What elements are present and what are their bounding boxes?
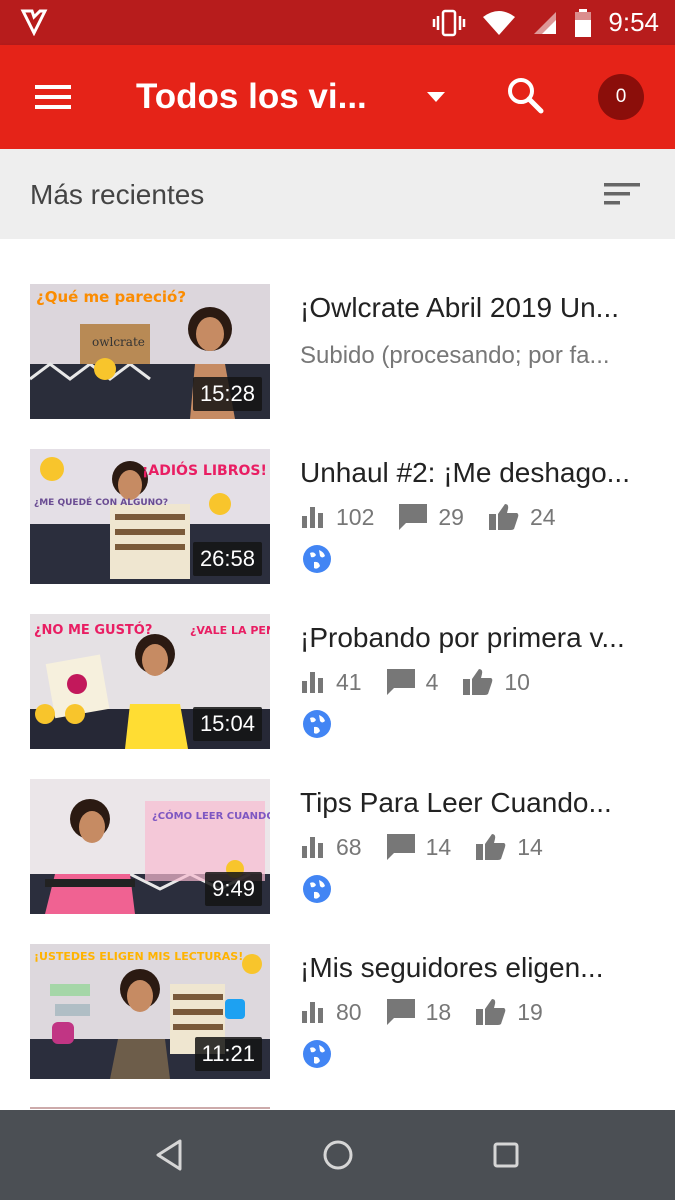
video-title: ¡Owlcrate Abril 2019 Un... [300, 292, 620, 323]
video-duration: 9:49 [205, 872, 262, 906]
sort-icon[interactable] [604, 179, 640, 209]
video-item[interactable]: ¿NO ME GUSTÓ? ¿VALE LA PENA? 15:04 ¡Prob… [0, 614, 675, 764]
video-duration: 15:28 [192, 377, 262, 411]
hamburger-icon[interactable] [30, 77, 76, 117]
wifi-icon [483, 10, 516, 35]
toolbar-title: Todos los vi... [136, 77, 367, 116]
likes-count: 14 [517, 833, 543, 860]
video-stats: 41 4 10 [300, 664, 554, 700]
back-icon[interactable] [150, 1135, 190, 1175]
status-bar: 9:54 [0, 0, 675, 45]
views-count: 68 [336, 833, 362, 860]
views-stat: 102 [300, 504, 374, 531]
bar-chart-icon [302, 837, 323, 858]
bar-chart-icon [302, 672, 323, 693]
views-count: 80 [336, 998, 362, 1025]
bar-chart-icon [302, 1002, 323, 1023]
search-icon[interactable] [505, 73, 545, 119]
thumb-up-icon [463, 669, 493, 695]
thumb-up-icon [476, 834, 506, 860]
views-stat: 68 [300, 834, 362, 861]
video-thumbnail: ¿CÓMO LEER CUANDO NO TENEMOS TIEMPO? 9:4… [30, 779, 270, 914]
video-status: Subido (procesando; por fa... [300, 342, 610, 369]
video-duration: 15:04 [192, 707, 262, 741]
globe-icon [303, 545, 331, 573]
views-count: 41 [336, 668, 362, 695]
status-time: 9:54 [608, 7, 659, 37]
video-item[interactable]: ¿CÓMO LEER CUANDO NO TENEMOS TIEMPO? 9:4… [0, 779, 675, 929]
thumbnail-caption-extra: owlcrate [92, 335, 145, 349]
globe-icon [303, 710, 331, 738]
globe-icon [303, 1040, 331, 1068]
video-title: ¡Probando por primera v... [300, 622, 625, 653]
likes-count: 10 [504, 668, 530, 695]
views-stat: 41 [300, 669, 362, 696]
globe-icon [303, 875, 331, 903]
comments-count: 14 [425, 833, 452, 860]
video-title: ¡Mis seguidores eligen... [300, 952, 604, 983]
creator-studio-app-icon [20, 9, 48, 36]
likes-stat: 14 [475, 833, 543, 861]
thumbnail-caption-extra: ¿VALE LA PENA? [190, 624, 270, 637]
comment-icon [386, 669, 415, 695]
home-icon[interactable] [318, 1135, 358, 1175]
status-indicators: 9:54 [432, 0, 659, 45]
video-stats: 80 18 19 [300, 994, 567, 1030]
likes-count: 19 [517, 998, 543, 1025]
video-filter-selector[interactable]: Todos los vi... [136, 45, 367, 149]
video-duration: 26:58 [192, 542, 262, 576]
video-list: ¿Qué me pareció? owlcrate 15:28 ¡Owlcrat… [0, 239, 675, 1109]
comments-count: 18 [425, 998, 452, 1025]
thumbnail-caption: ¿CÓMO LEER CUANDO NO TENEMOS TIEMPO? [152, 809, 270, 822]
comment-icon [386, 999, 415, 1025]
recents-icon[interactable] [486, 1135, 526, 1175]
video-thumbnail: ¡USTEDES ELIGEN MIS LECTURAS! 11:21 [30, 944, 270, 1079]
likes-stat: 10 [462, 668, 530, 696]
views-count: 102 [336, 503, 375, 530]
video-stats: 68 14 14 [300, 829, 567, 865]
likes-stat: 24 [488, 503, 556, 531]
comments-count: 4 [425, 668, 439, 695]
thumbnail-caption: ¿Qué me pareció? [36, 288, 186, 306]
signal-icon [534, 11, 557, 34]
likes-count: 24 [529, 503, 556, 530]
comments-stat: 18 [386, 998, 452, 1026]
thumb-up-icon [476, 999, 506, 1025]
thumbnail-caption: ¿NO ME GUSTÓ? [34, 622, 152, 638]
video-title: Tips Para Leer Cuando... [300, 787, 612, 818]
video-thumbnail: ¿NO ME GUSTÓ? ¿VALE LA PENA? 15:04 [30, 614, 270, 749]
video-thumbnail: ¿Qué me pareció? owlcrate 15:28 [30, 284, 270, 419]
system-navigation-bar [0, 1110, 675, 1200]
comment-icon [399, 504, 428, 530]
comments-count: 29 [438, 503, 464, 530]
video-item[interactable]: ¡USTEDES ELIGEN MIS LECTURAS! 11:21 ¡Mis… [0, 944, 675, 1094]
comments-stat: 4 [386, 668, 439, 696]
thumbnail-caption-extra: ¿ME QUEDÉ CON ALGUNO? [34, 496, 168, 508]
video-duration: 11:21 [194, 1037, 262, 1071]
battery-icon [575, 8, 592, 37]
sort-label: Más recientes [30, 179, 205, 210]
video-item[interactable]: ¿Qué me pareció? owlcrate 15:28 ¡Owlcrat… [0, 284, 675, 434]
thumbnail-caption: ¡USTEDES ELIGEN MIS LECTURAS! [34, 950, 243, 963]
views-stat: 80 [300, 999, 362, 1026]
app-toolbar: Todos los vi... 0 [0, 45, 675, 149]
thumb-up-icon [488, 504, 519, 530]
comments-stat: 29 [398, 503, 464, 531]
likes-stat: 19 [475, 998, 543, 1026]
sort-bar[interactable]: Más recientes [0, 149, 675, 239]
next-video-thumbnail-peek [30, 1107, 270, 1109]
vibrate-icon [433, 9, 466, 36]
notifications-badge[interactable]: 0 [598, 74, 644, 120]
video-thumbnail: ¡ADIÓS LIBROS! ¿ME QUEDÉ CON ALGUNO? 26:… [30, 449, 270, 584]
comment-icon [386, 834, 415, 860]
video-item[interactable]: ¡ADIÓS LIBROS! ¿ME QUEDÉ CON ALGUNO? 26:… [0, 449, 675, 599]
video-stats: 102 29 24 [300, 499, 580, 535]
thumbnail-caption: ¡ADIÓS LIBROS! [142, 461, 267, 479]
video-title: Unhaul #2: ¡Me deshago... [300, 457, 630, 488]
bar-chart-icon [302, 507, 323, 528]
comments-stat: 14 [386, 833, 452, 861]
dropdown-arrow-icon[interactable] [424, 85, 448, 109]
